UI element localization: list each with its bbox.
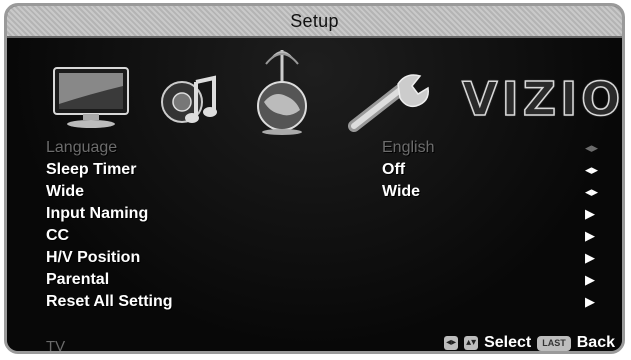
right-arrow-icon: ▶ [585, 250, 595, 265]
footer-hints: ◂▸ ▴▾ Select LAST Back [444, 334, 615, 352]
menu-item-value: Wide [382, 183, 421, 200]
up-down-key-icon: ▴▾ [464, 336, 479, 350]
menu-item-label: H/V Position [46, 249, 141, 266]
last-key-icon: LAST [537, 335, 571, 351]
menu-item-hv-position[interactable]: H/V Position ▶ [0, 249, 631, 271]
menu-item-label: Reset All Setting [46, 293, 173, 310]
menu-item-wide[interactable]: Wide Wide ◂▸ [0, 183, 631, 205]
left-right-arrow-icon: ◂▸ [585, 162, 599, 177]
vizio-logo: VIZIO [461, 71, 625, 127]
right-arrow-icon: ▶ [585, 228, 595, 243]
menu-item-value: English [382, 139, 435, 156]
select-hint: Select [484, 334, 532, 351]
network-globe-icon[interactable] [250, 46, 314, 136]
tv-icon[interactable] [50, 64, 140, 134]
menu-item-label: Parental [46, 271, 110, 288]
menu-item-label: Sleep Timer [46, 161, 137, 178]
input-source-label: TV [46, 338, 66, 355]
menu-item-label: CC [46, 227, 70, 244]
menu-item-parental[interactable]: Parental ▶ [0, 271, 631, 293]
menu-item-value: Off [382, 161, 406, 178]
menu-item-label: Input Naming [46, 205, 149, 222]
menu-item-language: Language English ◂▸ [0, 139, 631, 161]
left-right-arrow-icon: ◂▸ [585, 140, 599, 155]
title-bar: Setup [7, 6, 622, 38]
right-arrow-icon: ▶ [585, 294, 595, 309]
left-right-arrow-icon: ◂▸ [585, 184, 599, 199]
right-arrow-icon: ▶ [585, 272, 595, 287]
wrench-icon[interactable] [344, 70, 436, 134]
menu-item-label: Language [46, 139, 118, 156]
audio-icon[interactable] [156, 72, 222, 130]
window-title: Setup [290, 10, 339, 31]
right-arrow-icon: ▶ [585, 206, 595, 221]
left-right-key-icon: ◂▸ [444, 336, 459, 350]
back-hint: Back [576, 334, 615, 351]
menu-item-label: Wide [46, 183, 85, 200]
menu-item-input-naming[interactable]: Input Naming ▶ [0, 205, 631, 227]
menu-item-reset-all-setting[interactable]: Reset All Setting ▶ [0, 293, 631, 315]
menu-item-sleep-timer[interactable]: Sleep Timer Off ◂▸ [0, 161, 631, 183]
menu-item-cc[interactable]: CC ▶ [0, 227, 631, 249]
